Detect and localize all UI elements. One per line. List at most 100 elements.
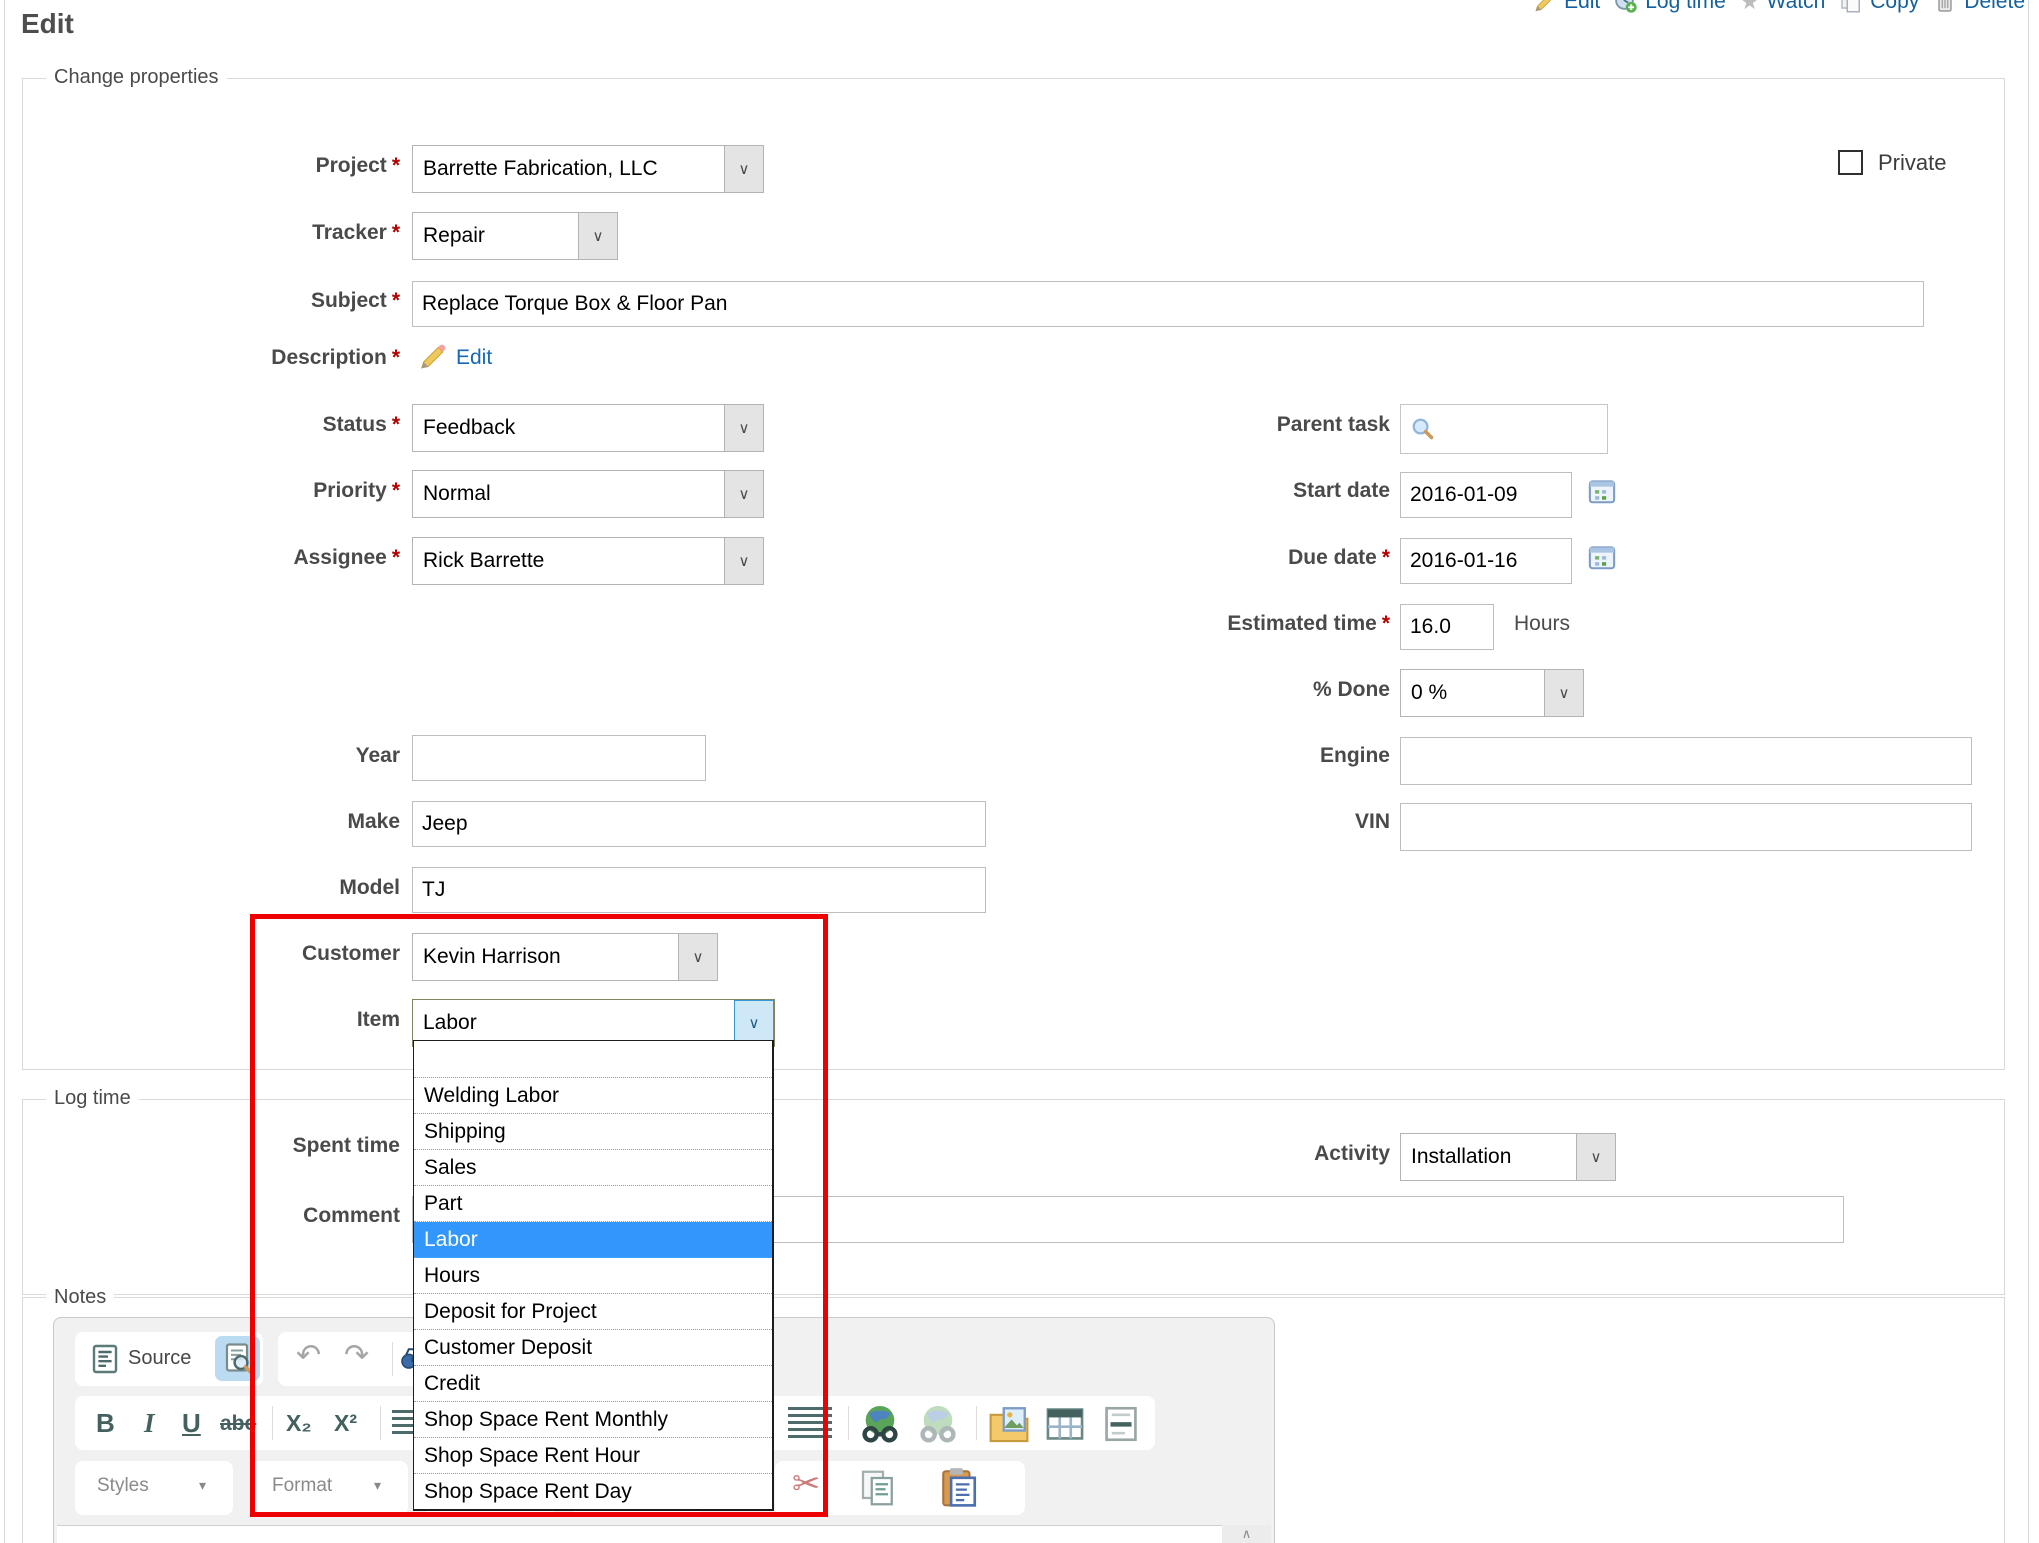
activity-select-value: Installation [1401, 1134, 1576, 1180]
priority-label: Priority* [60, 479, 400, 503]
required-asterisk: * [387, 479, 400, 502]
vin-label: VIN [990, 810, 1390, 834]
chevron-down-icon[interactable]: ∨ [1576, 1134, 1615, 1180]
estimated-time-label: Estimated time* [990, 612, 1390, 636]
required-asterisk: * [1377, 612, 1390, 635]
unlink-icon[interactable] [916, 1402, 960, 1444]
styles-combo[interactable]: Styles ▾ [75, 1461, 233, 1515]
tracker-label: Tracker* [60, 221, 400, 245]
calendar-icon[interactable] [1588, 478, 1616, 504]
item-option-blank[interactable] [414, 1041, 772, 1078]
parent-task-input[interactable] [1400, 404, 1608, 454]
underline-button[interactable]: U [182, 1408, 201, 1439]
subject-input[interactable] [412, 281, 1924, 327]
bold-button[interactable]: B [96, 1408, 115, 1439]
log-time-link[interactable]: Log time [1614, 0, 1726, 14]
star-icon: ★ [1740, 0, 1760, 15]
chevron-down-icon[interactable]: ∨ [678, 934, 717, 980]
spent-time-label: Spent time [60, 1134, 400, 1158]
source-button[interactable]: Source [128, 1347, 191, 1370]
undo-icon[interactable]: ↶ [296, 1338, 321, 1373]
chevron-down-icon[interactable]: ∨ [578, 213, 617, 259]
make-label: Make [60, 810, 400, 834]
start-date-input[interactable] [1400, 472, 1572, 518]
item-option-part[interactable]: Part [414, 1186, 772, 1222]
chevron-down-icon[interactable]: ∨ [724, 471, 763, 517]
percent-done-select-value: 0 % [1401, 670, 1544, 716]
magnifier-icon [1410, 416, 1436, 442]
item-option-customer-deposit[interactable]: Customer Deposit [414, 1330, 772, 1366]
hours-suffix: Hours [1514, 612, 1570, 636]
customer-select-value: Kevin Harrison [413, 934, 678, 980]
required-asterisk: * [1377, 546, 1390, 569]
horizontal-rule-icon[interactable] [1100, 1404, 1142, 1444]
link-icon[interactable] [858, 1402, 902, 1444]
chevron-down-icon[interactable]: ∨ [724, 405, 763, 451]
percent-done-select[interactable]: 0 % ∨ [1400, 669, 1584, 717]
item-option-credit[interactable]: Credit [414, 1366, 772, 1402]
pencil-icon [418, 342, 448, 372]
make-input[interactable] [412, 801, 986, 847]
due-date-input[interactable] [1400, 538, 1572, 584]
required-asterisk: * [387, 346, 400, 369]
item-option-labor[interactable]: Labor [414, 1222, 772, 1258]
contextual-toolbar: Edit Log time ★ Watch Copy Delete [1533, 0, 2025, 17]
item-option-sales[interactable]: Sales [414, 1150, 772, 1186]
delete-link[interactable]: Delete [1933, 0, 2025, 14]
format-combo[interactable]: Format ▾ [250, 1461, 408, 1515]
insert-image-icon[interactable] [988, 1404, 1030, 1444]
estimated-time-input[interactable] [1400, 604, 1494, 650]
item-option-welding-labor[interactable]: Welding Labor [414, 1078, 772, 1114]
description-edit-link[interactable]: Edit [456, 346, 492, 370]
chevron-down-icon[interactable]: ∨ [724, 146, 763, 192]
editor-content-area[interactable] [57, 1525, 1271, 1543]
status-select[interactable]: Feedback ∨ [412, 404, 764, 452]
scroll-up-icon[interactable]: ∧ [1222, 1525, 1271, 1543]
preview-button[interactable] [215, 1336, 260, 1381]
required-asterisk: * [387, 413, 400, 436]
item-option-deposit-for-project[interactable]: Deposit for Project [414, 1294, 772, 1330]
item-label: Item [60, 1008, 400, 1032]
project-select[interactable]: Barrette Fabrication, LLC ∨ [412, 145, 764, 193]
customer-label: Customer [60, 942, 400, 966]
item-option-shop-space-rent-monthly[interactable]: Shop Space Rent Monthly [414, 1402, 772, 1438]
item-option-shop-space-rent-day[interactable]: Shop Space Rent Day [414, 1474, 772, 1509]
blockquote-icon[interactable] [788, 1407, 832, 1440]
year-input[interactable] [412, 735, 706, 781]
item-option-shipping[interactable]: Shipping [414, 1114, 772, 1150]
copy-document-icon[interactable] [858, 1468, 898, 1508]
log-time-link-label: Log time [1645, 0, 1726, 14]
tracker-select[interactable]: Repair ∨ [412, 212, 618, 260]
engine-input[interactable] [1400, 737, 1972, 785]
chevron-down-icon[interactable]: ∨ [724, 538, 763, 584]
insert-table-icon[interactable] [1044, 1404, 1086, 1444]
vin-input[interactable] [1400, 803, 1972, 851]
paste-clipboard-icon[interactable] [938, 1466, 980, 1508]
priority-select[interactable]: Normal ∨ [412, 470, 764, 518]
item-option-shop-space-rent-hour[interactable]: Shop Space Rent Hour [414, 1438, 772, 1474]
assignee-select-value: Rick Barrette [413, 538, 724, 584]
activity-select[interactable]: Installation ∨ [1400, 1133, 1616, 1181]
strikethrough-button[interactable]: abc [220, 1412, 256, 1436]
assignee-select[interactable]: Rick Barrette ∨ [412, 537, 764, 585]
private-checkbox[interactable] [1838, 150, 1863, 175]
calendar-icon[interactable] [1588, 544, 1616, 570]
subscript-button[interactable]: X₂ [286, 1410, 312, 1437]
description-label: Description* [60, 346, 400, 370]
customer-select[interactable]: Kevin Harrison ∨ [412, 933, 718, 981]
watch-link[interactable]: ★ Watch [1740, 0, 1825, 15]
copy-link[interactable]: Copy [1839, 0, 1919, 14]
model-input[interactable] [412, 867, 986, 913]
cut-icon[interactable]: ✂ [792, 1464, 821, 1504]
edit-link[interactable]: Edit [1533, 0, 1600, 14]
log-time-legend: Log time [46, 1087, 139, 1110]
chevron-down-icon[interactable]: ∨ [1544, 670, 1583, 716]
redo-icon[interactable]: ↷ [344, 1338, 369, 1373]
italic-button[interactable]: I [144, 1408, 155, 1439]
toolbar-divider [272, 1406, 273, 1440]
format-combo-label: Format [272, 1475, 332, 1497]
superscript-button[interactable]: X² [334, 1410, 357, 1437]
item-option-hours[interactable]: Hours [414, 1258, 772, 1294]
due-date-label: Due date* [990, 546, 1390, 570]
source-icon [92, 1344, 118, 1374]
